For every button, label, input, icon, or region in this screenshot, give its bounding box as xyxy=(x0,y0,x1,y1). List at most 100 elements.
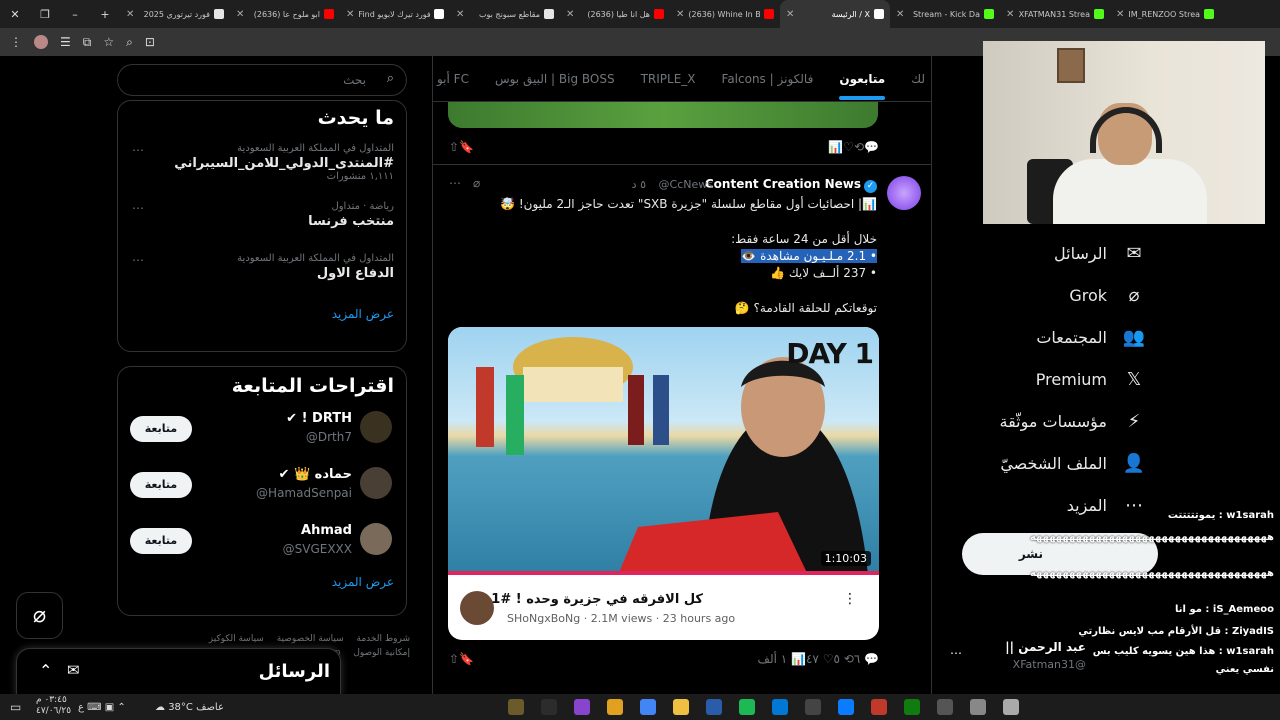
nav-item[interactable]: 𝕏 Premium xyxy=(1036,364,1145,394)
taskbar-app-icon[interactable] xyxy=(904,699,920,715)
grok-floating-button[interactable]: ⌀ xyxy=(16,592,63,639)
avatar[interactable] xyxy=(360,411,392,443)
tab-big-boss[interactable]: Big BOSS | البيق بوس xyxy=(495,72,615,86)
tab-for-you[interactable]: لك xyxy=(911,72,925,86)
tab-close-icon[interactable]: ✕ xyxy=(566,9,574,20)
taskbar-app-icon[interactable] xyxy=(640,699,656,715)
repost-button[interactable]: ⟲ ٥ xyxy=(833,652,853,672)
browser-tab[interactable]: ✕ فورد تيرتوري 2025 xyxy=(120,0,230,28)
bookmark-star-icon[interactable]: ☆ xyxy=(103,35,114,49)
taskbar-app-icon[interactable] xyxy=(871,699,887,715)
reply-button[interactable]: 💬 ٦ xyxy=(854,652,879,672)
extensions-icon[interactable]: ⧉ xyxy=(83,35,92,50)
tray-icons[interactable]: ع ⌨ ▣ ⌃ xyxy=(78,702,126,713)
browser-tab[interactable]: ✕ مقاطع سبونج بوب xyxy=(450,0,560,28)
messages-drawer[interactable]: الرسائل ⌃ ✉ xyxy=(16,648,341,696)
browser-tab[interactable]: ✕ (2636) ابو ملوح عا xyxy=(230,0,340,28)
browser-tab[interactable]: ✕ (2636) Whine In B xyxy=(670,0,780,28)
post-time[interactable]: ٥ د xyxy=(632,178,646,191)
tab-close-icon[interactable]: ✕ xyxy=(456,9,464,20)
taskbar-app-icon[interactable] xyxy=(541,699,557,715)
window-minimize-icon[interactable]: – xyxy=(60,8,90,21)
tab-close-icon[interactable]: ✕ xyxy=(896,9,904,20)
footer-link[interactable]: سياسة الكوكيز xyxy=(209,634,264,644)
taskbar-app-icon[interactable] xyxy=(574,699,590,715)
more-options-icon[interactable]: ⋯ xyxy=(132,201,144,215)
browser-tab[interactable]: ✕ IM_RENZOO Strea xyxy=(1110,0,1220,28)
browser-tab[interactable]: ✕ XFATMAN31 Strea xyxy=(1000,0,1110,28)
footer-link[interactable]: شروط الخدمة xyxy=(357,634,410,644)
taskbar-app-icon[interactable] xyxy=(937,699,953,715)
tab-close-icon[interactable]: ✕ xyxy=(346,9,354,20)
views-icon[interactable]: 📊 xyxy=(828,140,843,160)
tab-close-icon[interactable]: ✕ xyxy=(126,9,134,20)
taskbar-app-icon[interactable] xyxy=(970,699,986,715)
bookmark-icon[interactable]: 🔖 xyxy=(459,652,474,672)
video-menu-icon[interactable]: ⋮ xyxy=(843,591,857,607)
nav-item[interactable]: 👤 الملف الشخصيّ xyxy=(1000,448,1145,478)
follow-suggestion[interactable]: حماده 👑 ✔ @HamadSenpai متابعة xyxy=(118,459,406,515)
more-options-icon[interactable]: ⋯ xyxy=(950,646,962,660)
taskbar-app-icon[interactable] xyxy=(508,699,524,715)
taskbar-app-icon[interactable] xyxy=(607,699,623,715)
like-button[interactable]: ♡ ٤٧ xyxy=(806,652,833,672)
post-author-name[interactable]: ✓Content Creation News xyxy=(705,177,877,193)
post-author-avatar[interactable] xyxy=(887,176,921,210)
notification-icon[interactable]: ▭ xyxy=(10,700,21,714)
footer-link[interactable]: إمكانية الوصول xyxy=(353,648,410,658)
taskbar-app-icon[interactable] xyxy=(1003,699,1019,715)
like-icon[interactable]: ♡ xyxy=(843,140,854,160)
browser-tab[interactable]: ✕ Stream - Kick Da xyxy=(890,0,1000,28)
taskbar-app-icon[interactable] xyxy=(739,699,755,715)
taskbar-app-icon[interactable] xyxy=(706,699,722,715)
nav-item[interactable]: ✉ الرسائل xyxy=(1054,238,1145,268)
follow-suggestion[interactable]: Ahmad @SVGEXXX متابعة xyxy=(118,515,406,571)
expand-icon[interactable]: ⌃ xyxy=(39,661,52,680)
footer-link[interactable]: سياسة الخصوصية xyxy=(277,634,344,644)
zoom-icon[interactable]: ⌕ xyxy=(126,35,133,50)
show-more-link[interactable]: عرض المزيد xyxy=(118,571,406,599)
more-options-icon[interactable]: ⋯ xyxy=(132,253,144,267)
follow-suggestion[interactable]: DRTH ! ✔ @Drth7 متابعة xyxy=(118,403,406,459)
profile-avatar[interactable] xyxy=(34,35,48,49)
post-author-handle[interactable]: @CcNews xyxy=(659,178,713,191)
nav-item[interactable]: ⋯ المزيد xyxy=(1067,490,1145,520)
avatar[interactable] xyxy=(360,523,392,555)
tab-search-icon[interactable]: ☰ xyxy=(60,35,71,49)
tab-close-icon[interactable]: ✕ xyxy=(1006,9,1014,20)
share-icon[interactable]: ⇧ xyxy=(449,652,459,672)
tab-close-icon[interactable]: ✕ xyxy=(1116,9,1124,20)
trend-item[interactable]: المتداول في المملكة العربية السعودية الد… xyxy=(118,249,406,301)
previous-post-media[interactable] xyxy=(448,102,878,128)
tab-triple-x[interactable]: TRIPLE_X xyxy=(641,72,696,86)
reply-icon[interactable]: 💬 xyxy=(864,140,879,160)
window-restore-icon[interactable]: ❐ xyxy=(30,8,60,21)
bookmark-icon[interactable]: 🔖 xyxy=(459,140,474,160)
avatar[interactable] xyxy=(360,467,392,499)
clock[interactable]: ٠٣:٤٥ م ٤٧/٠٦/٢٥ xyxy=(36,695,71,717)
site-info-icon[interactable]: ⊡ xyxy=(145,35,155,49)
taskbar-app-icon[interactable] xyxy=(673,699,689,715)
views-button[interactable]: 📊 ١ ألف xyxy=(758,652,806,672)
grok-explain-icon[interactable]: ⌀ xyxy=(473,176,480,190)
channel-avatar[interactable] xyxy=(460,591,494,625)
share-icon[interactable]: ⇧ xyxy=(449,140,459,160)
video-card[interactable]: DAY 1 1:10:03 كل الافرقه في جزيرة وحده !… xyxy=(448,327,879,640)
browser-tab[interactable]: ✕ الرئيسة / X xyxy=(780,0,890,28)
menu-icon[interactable]: ⋮ xyxy=(10,35,22,49)
tab-following[interactable]: متابعون xyxy=(839,72,885,100)
tab-fc[interactable]: FC أبو xyxy=(437,72,469,86)
weather-widget[interactable]: ☁ 38°C عاصف xyxy=(155,702,224,713)
new-message-icon[interactable]: ✉ xyxy=(67,661,80,679)
search-input[interactable]: بحث ⌕ xyxy=(117,64,407,96)
window-close-icon[interactable]: ✕ xyxy=(0,8,30,21)
taskbar-app-icon[interactable] xyxy=(838,699,854,715)
show-more-link[interactable]: عرض المزيد xyxy=(118,301,406,331)
repost-icon[interactable]: ⟲ xyxy=(854,140,864,160)
video-title[interactable]: كل الافرقه في جزيرة وحده ! #1 xyxy=(491,592,703,607)
nav-item[interactable]: ⚡ مؤسسات موثّقة xyxy=(1000,406,1146,436)
trend-item[interactable]: رياضة · متداول منتخب فرنسا ⋯ xyxy=(118,197,406,249)
tab-close-icon[interactable]: ✕ xyxy=(676,9,684,20)
taskbar-app-icon[interactable] xyxy=(772,699,788,715)
trend-item[interactable]: المتداول في المملكة العربية السعودية #ال… xyxy=(118,139,406,197)
